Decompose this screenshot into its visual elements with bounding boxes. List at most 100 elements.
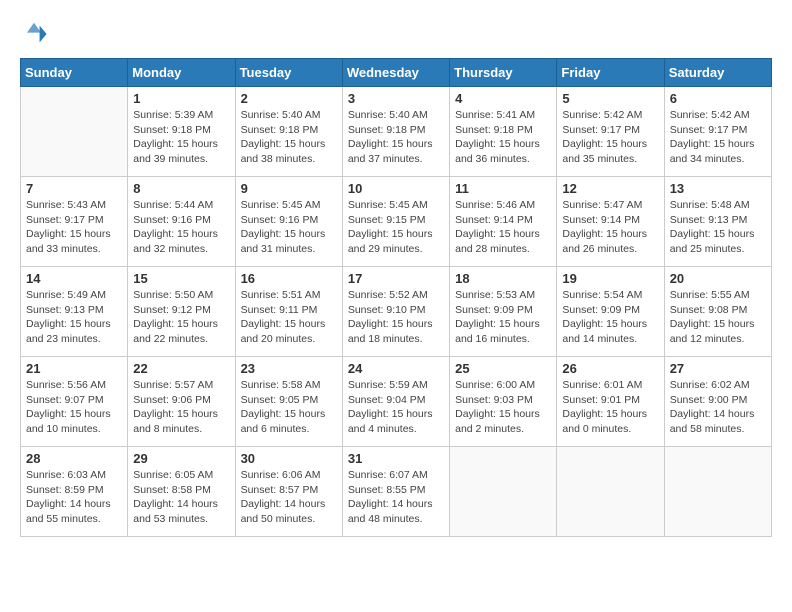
day-number: 30 — [241, 451, 337, 466]
day-info: Sunrise: 5:42 AM Sunset: 9:17 PM Dayligh… — [562, 108, 658, 167]
day-cell: 14Sunrise: 5:49 AM Sunset: 9:13 PM Dayli… — [21, 267, 128, 357]
day-info: Sunrise: 5:54 AM Sunset: 9:09 PM Dayligh… — [562, 288, 658, 347]
page-header — [20, 20, 772, 48]
day-cell: 17 Sunrise: 5:52 AM Sunset: 9:10 PM Dayli… — [342, 267, 449, 357]
day-cell — [557, 447, 664, 537]
day-number: 18 — [455, 271, 551, 286]
day-info: Sunrise: 5:52 AM Sunset: 9:10 PM Dayligh… — [348, 288, 444, 347]
day-info: Sunrise: 5:42 AM Sunset: 9:17 PM Dayligh… — [670, 108, 766, 167]
day-cell: 28Sunrise: 6:03 AM Sunset: 8:59 PM Dayli… — [21, 447, 128, 537]
day-cell: 24 Sunrise: 5:59 AM Sunset: 9:04 PM Dayli… — [342, 357, 449, 447]
day-cell: 25 Sunrise: 6:00 AM Sunset: 9:03 PM Dayli… — [450, 357, 557, 447]
day-info: Sunrise: 5:59 AM Sunset: 9:04 PM Dayligh… — [348, 378, 444, 437]
day-info: Sunrise: 5:50 AM Sunset: 9:12 PM Dayligh… — [133, 288, 229, 347]
day-number: 11 — [455, 181, 551, 196]
day-cell: 8Sunrise: 5:44 AM Sunset: 9:16 PM Daylig… — [128, 177, 235, 267]
day-info: Sunrise: 5:48 AM Sunset: 9:13 PM Dayligh… — [670, 198, 766, 257]
day-number: 22 — [133, 361, 229, 376]
day-info: Sunrise: 5:45 AM Sunset: 9:15 PM Dayligh… — [348, 198, 444, 257]
day-number: 2 — [241, 91, 337, 106]
day-cell — [21, 87, 128, 177]
logo — [20, 20, 52, 48]
day-cell: 12 Sunrise: 5:47 AM Sunset: 9:14 PM Dayli… — [557, 177, 664, 267]
day-cell: 20 Sunrise: 5:55 AM Sunset: 9:08 PM Dayli… — [664, 267, 771, 357]
day-info: Sunrise: 5:51 AM Sunset: 9:11 PM Dayligh… — [241, 288, 337, 347]
col-header-monday: Monday — [128, 59, 235, 87]
col-header-sunday: Sunday — [21, 59, 128, 87]
day-cell: 10 Sunrise: 5:45 AM Sunset: 9:15 PM Dayli… — [342, 177, 449, 267]
day-number: 21 — [26, 361, 122, 376]
day-number: 12 — [562, 181, 658, 196]
day-number: 10 — [348, 181, 444, 196]
day-info: Sunrise: 5:40 AM Sunset: 9:18 PM Dayligh… — [348, 108, 444, 167]
day-info: Sunrise: 5:57 AM Sunset: 9:06 PM Dayligh… — [133, 378, 229, 437]
day-cell: 22 Sunrise: 5:57 AM Sunset: 9:06 PM Dayli… — [128, 357, 235, 447]
day-info: Sunrise: 5:55 AM Sunset: 9:08 PM Dayligh… — [670, 288, 766, 347]
day-cell: 31 Sunrise: 6:07 AM Sunset: 8:55 PM Dayli… — [342, 447, 449, 537]
week-row-4: 21 Sunrise: 5:56 AM Sunset: 9:07 PM Dayli… — [21, 357, 772, 447]
day-info: Sunrise: 6:05 AM Sunset: 8:58 PM Dayligh… — [133, 468, 229, 527]
day-number: 6 — [670, 91, 766, 106]
day-number: 31 — [348, 451, 444, 466]
day-info: Sunrise: 5:53 AM Sunset: 9:09 PM Dayligh… — [455, 288, 551, 347]
day-cell: 21 Sunrise: 5:56 AM Sunset: 9:07 PM Dayli… — [21, 357, 128, 447]
day-cell: 30 Sunrise: 6:06 AM Sunset: 8:57 PM Dayli… — [235, 447, 342, 537]
day-number: 29 — [133, 451, 229, 466]
day-number: 28 — [26, 451, 122, 466]
day-cell: 27 Sunrise: 6:02 AM Sunset: 9:00 PM Dayli… — [664, 357, 771, 447]
day-number: 16 — [241, 271, 337, 286]
day-info: Sunrise: 5:45 AM Sunset: 9:16 PM Dayligh… — [241, 198, 337, 257]
day-number: 19 — [562, 271, 658, 286]
day-number: 5 — [562, 91, 658, 106]
day-cell: 6 Sunrise: 5:42 AM Sunset: 9:17 PM Daylig… — [664, 87, 771, 177]
day-number: 13 — [670, 181, 766, 196]
day-cell: 5 Sunrise: 5:42 AM Sunset: 9:17 PM Daylig… — [557, 87, 664, 177]
day-info: Sunrise: 6:06 AM Sunset: 8:57 PM Dayligh… — [241, 468, 337, 527]
day-info: Sunrise: 5:58 AM Sunset: 9:05 PM Dayligh… — [241, 378, 337, 437]
day-cell: 13 Sunrise: 5:48 AM Sunset: 9:13 PM Dayli… — [664, 177, 771, 267]
day-cell: 18 Sunrise: 5:53 AM Sunset: 9:09 PM Dayli… — [450, 267, 557, 357]
week-row-5: 28Sunrise: 6:03 AM Sunset: 8:59 PM Dayli… — [21, 447, 772, 537]
col-header-tuesday: Tuesday — [235, 59, 342, 87]
day-number: 26 — [562, 361, 658, 376]
day-number: 24 — [348, 361, 444, 376]
day-info: Sunrise: 6:02 AM Sunset: 9:00 PM Dayligh… — [670, 378, 766, 437]
day-number: 17 — [348, 271, 444, 286]
col-header-saturday: Saturday — [664, 59, 771, 87]
calendar-table: SundayMondayTuesdayWednesdayThursdayFrid… — [20, 58, 772, 537]
day-info: Sunrise: 6:00 AM Sunset: 9:03 PM Dayligh… — [455, 378, 551, 437]
day-info: Sunrise: 5:39 AM Sunset: 9:18 PM Dayligh… — [133, 108, 229, 167]
day-number: 27 — [670, 361, 766, 376]
day-number: 7 — [26, 181, 122, 196]
day-info: Sunrise: 5:47 AM Sunset: 9:14 PM Dayligh… — [562, 198, 658, 257]
day-cell — [450, 447, 557, 537]
col-header-wednesday: Wednesday — [342, 59, 449, 87]
day-cell: 3 Sunrise: 5:40 AM Sunset: 9:18 PM Daylig… — [342, 87, 449, 177]
day-cell: 19 Sunrise: 5:54 AM Sunset: 9:09 PM Dayli… — [557, 267, 664, 357]
day-cell: 16 Sunrise: 5:51 AM Sunset: 9:11 PM Dayli… — [235, 267, 342, 357]
day-info: Sunrise: 5:56 AM Sunset: 9:07 PM Dayligh… — [26, 378, 122, 437]
day-info: Sunrise: 6:01 AM Sunset: 9:01 PM Dayligh… — [562, 378, 658, 437]
day-cell: 1 Sunrise: 5:39 AM Sunset: 9:18 PM Daylig… — [128, 87, 235, 177]
day-number: 1 — [133, 91, 229, 106]
day-cell: 4Sunrise: 5:41 AM Sunset: 9:18 PM Daylig… — [450, 87, 557, 177]
day-cell: 11 Sunrise: 5:46 AM Sunset: 9:14 PM Dayli… — [450, 177, 557, 267]
day-number: 20 — [670, 271, 766, 286]
day-info: Sunrise: 5:40 AM Sunset: 9:18 PM Dayligh… — [241, 108, 337, 167]
column-headers: SundayMondayTuesdayWednesdayThursdayFrid… — [21, 59, 772, 87]
col-header-thursday: Thursday — [450, 59, 557, 87]
day-info: Sunrise: 5:43 AM Sunset: 9:17 PM Dayligh… — [26, 198, 122, 257]
day-info: Sunrise: 6:07 AM Sunset: 8:55 PM Dayligh… — [348, 468, 444, 527]
day-number: 15 — [133, 271, 229, 286]
day-cell: 29 Sunrise: 6:05 AM Sunset: 8:58 PM Dayli… — [128, 447, 235, 537]
day-info: Sunrise: 5:46 AM Sunset: 9:14 PM Dayligh… — [455, 198, 551, 257]
week-row-1: 1 Sunrise: 5:39 AM Sunset: 9:18 PM Daylig… — [21, 87, 772, 177]
day-cell: 23Sunrise: 5:58 AM Sunset: 9:05 PM Dayli… — [235, 357, 342, 447]
day-number: 9 — [241, 181, 337, 196]
day-number: 8 — [133, 181, 229, 196]
day-number: 3 — [348, 91, 444, 106]
col-header-friday: Friday — [557, 59, 664, 87]
week-row-3: 14Sunrise: 5:49 AM Sunset: 9:13 PM Dayli… — [21, 267, 772, 357]
day-cell: 7 Sunrise: 5:43 AM Sunset: 9:17 PM Daylig… — [21, 177, 128, 267]
day-number: 25 — [455, 361, 551, 376]
